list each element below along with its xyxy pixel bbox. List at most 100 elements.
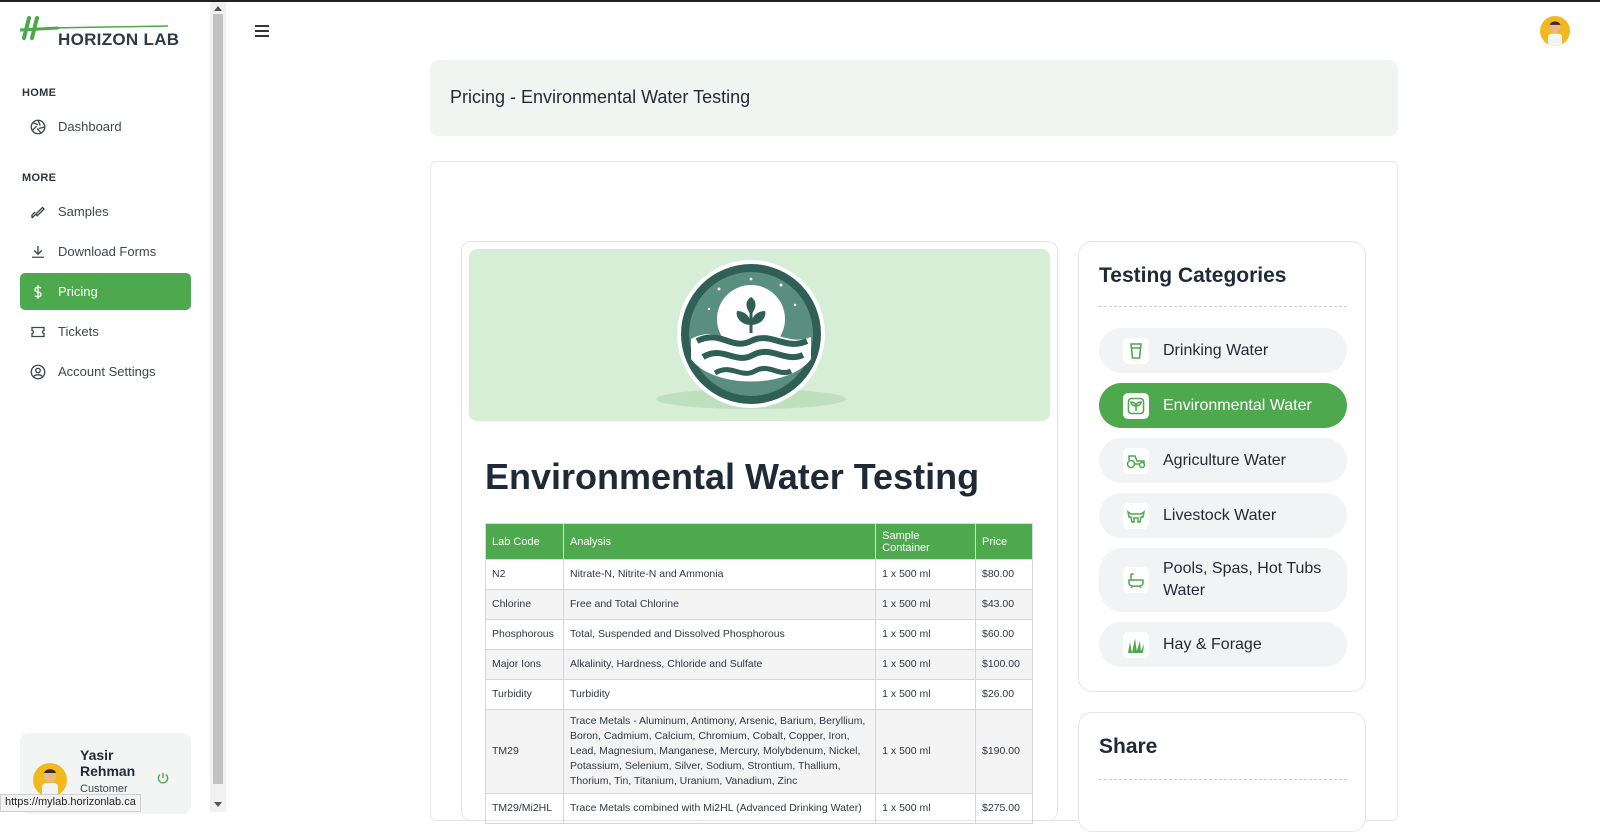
- brand-logo[interactable]: HORIZON LAB: [20, 16, 180, 50]
- table-row: TM29 Trace Metals - Aluminum, Antimony, …: [485, 709, 1033, 794]
- container-cell: 1 x 500 ml: [875, 709, 976, 794]
- sidebar-item-samples[interactable]: Samples: [20, 193, 191, 230]
- pen-tool-icon: [28, 202, 48, 222]
- sidebar-item-label: Tickets: [58, 324, 99, 339]
- container-cell: 1 x 500 ml: [875, 793, 976, 824]
- scroll-down-arrow-icon[interactable]: [214, 802, 222, 807]
- price-cell: $190.00: [975, 709, 1033, 794]
- analysis-cell: Nitrate-N, Nitrite-N and Ammonia: [562, 559, 877, 590]
- category-environmental-water[interactable]: Environmental Water: [1099, 383, 1347, 428]
- sidebar-scrollbar[interactable]: [210, 2, 226, 812]
- sidebar-item-label: Download Forms: [58, 244, 157, 259]
- category-label: Pools, Spas, Hot Tubs Water: [1163, 560, 1322, 599]
- price-cell: $43.00: [975, 589, 1033, 620]
- price-cell: $26.00: [975, 679, 1033, 710]
- top-avatar[interactable]: [1540, 16, 1570, 46]
- status-bar-url: https://mylab.horizonlab.ca: [0, 794, 141, 812]
- column-header: Price: [975, 523, 1033, 560]
- lab-code-cell: N2: [485, 559, 564, 590]
- column-header: Analysis: [562, 523, 877, 560]
- category-label: Environmental Water: [1163, 396, 1312, 414]
- scroll-thumb[interactable]: [213, 14, 223, 784]
- sidebar-item-account-settings[interactable]: Account Settings: [20, 353, 191, 390]
- cow-icon: [1123, 502, 1149, 529]
- analysis-cell: Total, Suspended and Dissolved Phosphoro…: [562, 619, 877, 650]
- avatar: [33, 763, 67, 797]
- bathtub-icon: [1123, 567, 1149, 593]
- content-card: Environmental Water Testing Lab Code Ana…: [461, 241, 1058, 824]
- pricing-table: Lab Code Analysis Sample Container Price…: [485, 523, 1033, 824]
- container-cell: 1 x 500 ml: [875, 649, 976, 680]
- table-row: Turbidity Turbidity 1 x 500 ml $26.00: [485, 679, 1033, 710]
- tractor-icon: [1123, 447, 1149, 474]
- lab-code-cell: Major Ions: [485, 649, 564, 680]
- category-pools-spas[interactable]: Pools, Spas, Hot Tubs Water: [1099, 548, 1347, 612]
- table-row: Phosphorous Total, Suspended and Dissolv…: [485, 619, 1033, 650]
- ticket-icon: [28, 322, 48, 342]
- analysis-cell: Trace Metals combined with Mi2HL (Advanc…: [562, 793, 877, 824]
- column-header: Sample Container: [875, 523, 976, 560]
- analysis-cell: Free and Total Chlorine: [562, 589, 877, 620]
- category-label: Drinking Water: [1163, 341, 1269, 359]
- analysis-cell: Trace Metals - Aluminum, Antimony, Arsen…: [562, 709, 877, 794]
- environmental-water-logo-icon: [656, 260, 846, 409]
- section-label-more: MORE: [22, 172, 57, 184]
- price-cell: $100.00: [975, 649, 1033, 680]
- content-title: Environmental Water Testing: [485, 456, 980, 497]
- table-row: Major Ions Alkalinity, Hardness, Chlorid…: [485, 649, 1033, 680]
- container-cell: 1 x 500 ml: [875, 679, 976, 710]
- table-row: N2 Nitrate-N, Nitrite-N and Ammonia 1 x …: [485, 559, 1033, 590]
- price-cell: $80.00: [975, 559, 1033, 590]
- lab-code-cell: TM29/Mi2HL: [485, 793, 564, 824]
- page-title: Pricing - Environmental Water Testing: [450, 87, 751, 107]
- lab-code-cell: TM29: [485, 709, 564, 794]
- analysis-cell: Turbidity: [562, 679, 877, 710]
- sidebar-item-label: Account Settings: [58, 364, 156, 379]
- window-top-border: [0, 0, 1600, 2]
- user-name: Yasir Rehman: [80, 747, 136, 779]
- sidebar-item-label: Dashboard: [58, 119, 122, 134]
- category-label: Livestock Water: [1163, 506, 1277, 524]
- sidebar-item-pricing[interactable]: Pricing: [20, 273, 191, 310]
- sidebar-item-dashboard[interactable]: Dashboard: [20, 108, 191, 145]
- lab-code-cell: Turbidity: [485, 679, 564, 710]
- menu-toggle-icon[interactable]: [255, 24, 269, 42]
- sidebar-item-label: Samples: [58, 204, 109, 219]
- category-label: Hay & Forage: [1163, 635, 1262, 653]
- sidebar-item-tickets[interactable]: Tickets: [20, 313, 191, 350]
- table-row: TM29/Mi2HL Trace Metals combined with Mi…: [485, 793, 1033, 824]
- category-drinking-water[interactable]: Drinking Water: [1099, 328, 1347, 373]
- container-cell: 1 x 500 ml: [875, 559, 976, 590]
- aperture-icon: [28, 117, 48, 137]
- container-cell: 1 x 500 ml: [875, 619, 976, 650]
- category-hay-forage[interactable]: Hay & Forage: [1099, 622, 1347, 667]
- power-icon[interactable]: [156, 771, 170, 790]
- share-card: Share: [1078, 712, 1366, 832]
- table-header-row: Lab Code Analysis Sample Container Price: [485, 523, 1033, 560]
- analysis-cell: Alkalinity, Hardness, Chloride and Sulfa…: [562, 649, 877, 680]
- lab-code-cell: Chlorine: [485, 589, 564, 620]
- dollar-icon: [28, 282, 48, 302]
- grass-icon: [1123, 631, 1149, 658]
- hero-banner: [469, 249, 1050, 421]
- download-icon: [28, 242, 48, 262]
- sidebar: HORIZON LAB HOME Dashboard MORE Samples …: [0, 2, 208, 814]
- testing-categories-card: Testing Categories Drinking Water Enviro…: [1078, 241, 1366, 692]
- sidebar-item-download-forms[interactable]: Download Forms: [20, 233, 191, 270]
- page-header: Pricing - Environmental Water Testing: [430, 60, 1398, 136]
- sprout-icon: [1123, 392, 1149, 419]
- brand-name: HORIZON LAB: [58, 30, 180, 49]
- sidebar-item-label: Pricing: [58, 284, 98, 299]
- cup-icon: [1123, 337, 1149, 364]
- column-header: Lab Code: [485, 523, 564, 560]
- scroll-up-arrow-icon[interactable]: [214, 6, 222, 11]
- price-cell: $275.00: [975, 793, 1033, 824]
- category-livestock-water[interactable]: Livestock Water: [1099, 493, 1347, 538]
- section-label-home: HOME: [22, 87, 57, 99]
- table-row: Chlorine Free and Total Chlorine 1 x 500…: [485, 589, 1033, 620]
- category-label: Agriculture Water: [1163, 451, 1286, 469]
- category-agriculture-water[interactable]: Agriculture Water: [1099, 438, 1347, 483]
- user-circle-icon: [28, 362, 48, 382]
- lab-code-cell: Phosphorous: [485, 619, 564, 650]
- share-title: Share: [1099, 735, 1158, 758]
